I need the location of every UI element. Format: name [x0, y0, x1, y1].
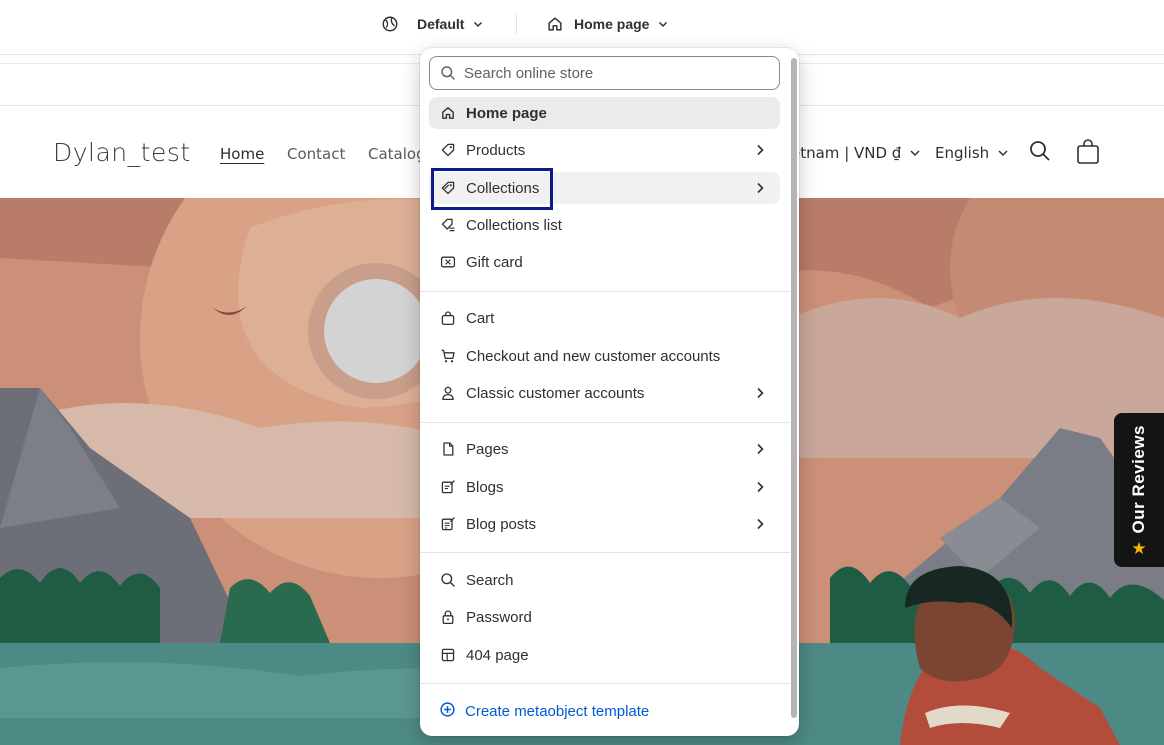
- page-icon: [439, 440, 457, 458]
- menu-divider: [420, 291, 790, 292]
- blog-post-icon: [439, 515, 457, 533]
- menu-item-404-page[interactable]: 404 page: [429, 639, 780, 671]
- menu-item-label: Search: [466, 571, 514, 589]
- country-label: etnam | VND ₫: [791, 144, 902, 162]
- search-icon: [441, 66, 455, 80]
- menu-item-pages[interactable]: Pages: [429, 433, 780, 465]
- search-input[interactable]: [464, 64, 764, 82]
- lock-icon: [439, 608, 457, 626]
- globe-icon: [382, 16, 398, 32]
- menu-item-blogs[interactable]: Blogs: [429, 471, 780, 503]
- search-icon: [439, 571, 457, 589]
- menu-item-classic-accounts[interactable]: Classic customer accounts: [429, 377, 780, 409]
- nav-catalog[interactable]: Catalog: [368, 145, 426, 163]
- menu-item-gift-card[interactable]: Gift card: [429, 246, 780, 278]
- menu-item-cart[interactable]: Cart: [429, 302, 780, 334]
- home-icon: [439, 104, 457, 122]
- cart-icon: [439, 347, 457, 365]
- menu-item-label: Pages: [466, 440, 509, 458]
- menu-item-label: Password: [466, 608, 532, 626]
- chevron-right-icon: [757, 443, 764, 455]
- menu-item-label: Checkout and new customer accounts: [466, 347, 721, 365]
- menu-item-label: Collections list: [466, 216, 562, 234]
- menu-item-password[interactable]: Password: [429, 601, 780, 633]
- chevron-down-icon: [910, 150, 920, 157]
- menu-item-label: Gift card: [466, 253, 523, 271]
- nav-contact[interactable]: Contact: [287, 145, 345, 163]
- menu-item-checkout[interactable]: Checkout and new customer accounts: [429, 340, 780, 372]
- create-label: Create metaobject template: [465, 702, 650, 720]
- collections-list-icon: [439, 216, 457, 234]
- menu-item-label: Classic customer accounts: [466, 384, 645, 402]
- menu-item-label: Blogs: [466, 478, 504, 496]
- menu-item-products[interactable]: Products: [429, 134, 780, 166]
- topbar-divider: [516, 14, 517, 34]
- page-label: Home page: [574, 16, 650, 32]
- page-selector-dropdown: Home page Products Collections Collectio…: [420, 48, 799, 736]
- chevron-right-icon: [757, 182, 764, 194]
- search-field[interactable]: [429, 56, 780, 90]
- tag-icon: [439, 141, 457, 159]
- nav-home[interactable]: Home: [220, 145, 264, 163]
- bag-icon: [439, 309, 457, 327]
- chevron-down-icon: [998, 150, 1008, 157]
- collection-tag-icon: [439, 179, 457, 197]
- create-metaobject-template-link[interactable]: Create metaobject template: [429, 695, 780, 727]
- menu-divider: [420, 422, 790, 423]
- dropdown-scrollbar[interactable]: [791, 58, 797, 718]
- menu-item-label: Home page: [466, 104, 547, 122]
- menu-item-search[interactable]: Search: [429, 564, 780, 596]
- search-icon[interactable]: [1028, 139, 1052, 163]
- our-reviews-tab[interactable]: Our Reviews ★: [1114, 413, 1164, 567]
- blog-icon: [439, 478, 457, 496]
- menu-item-collections[interactable]: Collections: [429, 172, 780, 204]
- editor-topbar: Default Home page: [0, 0, 1164, 55]
- chevron-down-icon: [659, 21, 668, 28]
- menu-item-home-page[interactable]: Home page: [429, 97, 780, 129]
- menu-divider: [420, 683, 790, 684]
- star-icon: ★: [1131, 539, 1147, 558]
- chevron-right-icon: [757, 481, 764, 493]
- menu-item-label: Collections: [466, 179, 540, 197]
- chevron-down-icon: [474, 21, 483, 28]
- language-selector[interactable]: English: [935, 144, 1009, 162]
- theme-label: Default: [417, 16, 465, 32]
- menu-item-label: Products: [466, 141, 526, 159]
- theme-selector[interactable]: Default: [381, 0, 484, 48]
- person-icon: [439, 384, 457, 402]
- chevron-right-icon: [757, 518, 764, 530]
- chevron-right-icon: [757, 387, 764, 399]
- cart-icon[interactable]: [1076, 139, 1100, 165]
- menu-item-label: Blog posts: [466, 515, 537, 533]
- home-icon: [548, 17, 562, 31]
- menu-item-blog-posts[interactable]: Blog posts: [429, 508, 780, 540]
- layout-icon: [439, 646, 457, 664]
- menu-item-collections-list[interactable]: Collections list: [429, 209, 780, 241]
- gift-card-icon: [439, 253, 457, 271]
- menu-item-label: 404 page: [466, 646, 529, 664]
- menu-item-label: Cart: [466, 309, 495, 327]
- store-logo[interactable]: Dylan_test: [53, 138, 191, 167]
- chevron-right-icon: [757, 144, 764, 156]
- reviews-label: Our Reviews: [1129, 424, 1148, 534]
- menu-divider: [420, 552, 790, 553]
- language-label: English: [935, 144, 990, 162]
- page-selector[interactable]: Home page: [546, 0, 669, 48]
- country-selector[interactable]: etnam | VND ₫: [791, 144, 921, 162]
- plus-circle-icon: [439, 701, 456, 722]
